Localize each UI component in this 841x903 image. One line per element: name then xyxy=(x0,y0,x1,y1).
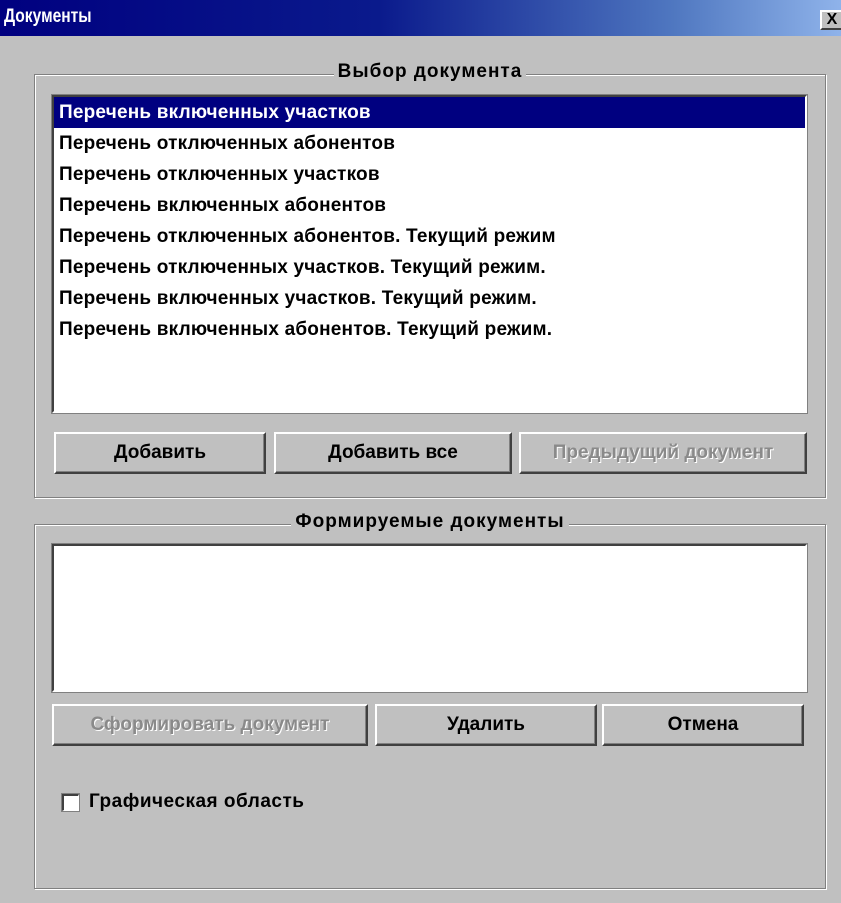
document-list-item[interactable]: Перечень включенных абонентов. Текущий р… xyxy=(54,314,805,345)
cancel-button[interactable]: Отмена xyxy=(602,704,804,746)
close-button[interactable]: X xyxy=(820,10,841,30)
document-list-item[interactable]: Перечень включенных участков xyxy=(54,97,805,128)
generate-document-button[interactable]: Сформировать документ xyxy=(52,704,368,746)
previous-document-button[interactable]: Предыдущий документ xyxy=(519,432,807,474)
output-documents-legend: Формируемые документы xyxy=(291,511,569,533)
graphic-area-label: Графическая область xyxy=(89,791,305,812)
document-selection-legend: Выбор документа xyxy=(333,61,527,83)
document-list-item[interactable]: Перечень отключенных абонентов xyxy=(54,128,805,159)
graphic-area-checkbox[interactable] xyxy=(61,792,80,812)
add-all-button[interactable]: Добавить все xyxy=(274,432,512,474)
document-list-item[interactable]: Перечень включенных участков. Текущий ре… xyxy=(54,283,805,314)
title-bar: Документы X xyxy=(0,0,841,36)
close-icon: X xyxy=(826,11,838,28)
document-list-item[interactable]: Перечень отключенных абонентов. Текущий … xyxy=(54,221,805,252)
document-list-item[interactable]: Перечень включенных абонентов xyxy=(54,190,805,221)
document-list-item[interactable]: Перечень отключенных участков. Текущий р… xyxy=(54,252,805,283)
delete-button[interactable]: Удалить xyxy=(375,704,597,746)
document-list[interactable]: Перечень включенных участков Перечень отк… xyxy=(51,94,808,414)
output-document-list[interactable] xyxy=(51,543,808,693)
document-list-item[interactable]: Перечень отключенных участков xyxy=(54,159,805,190)
graphic-area-option[interactable]: Графическая область xyxy=(61,790,305,814)
add-button[interactable]: Добавить xyxy=(54,432,266,474)
window-title: Документы xyxy=(4,6,92,27)
